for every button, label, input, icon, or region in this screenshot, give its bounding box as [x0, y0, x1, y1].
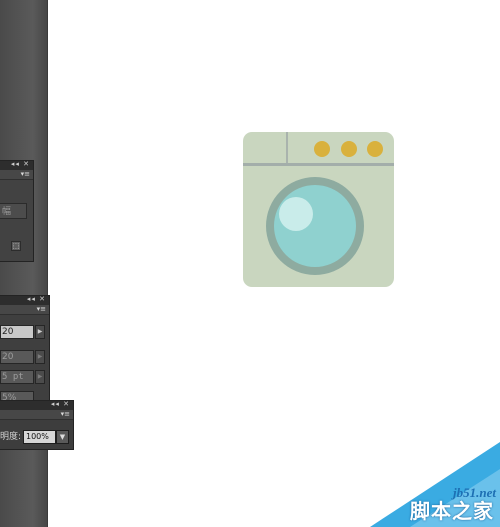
panel-menu-icon[interactable]: ▾≡ [37, 305, 46, 314]
knob-icon [367, 141, 383, 157]
drum-glare [279, 197, 313, 231]
stepper-arrow-icon[interactable]: ▶ [35, 325, 45, 339]
panel-tabbar: ▾≡ [0, 305, 49, 315]
panel-field[interactable]: 幅 [0, 203, 27, 219]
panel-tabbar: ▾≡ [0, 410, 73, 420]
stroke-value-field[interactable]: 5 pt [0, 370, 34, 384]
top-divider-line [243, 163, 394, 166]
transparency-panel: ◂◂ ✕ ▾≡ 明度: 100% ▼ [0, 400, 74, 450]
panel-menu-icon[interactable]: ▾≡ [61, 410, 70, 419]
knob-icon [314, 141, 330, 157]
collapse-close-icons[interactable]: ◂◂ ✕ [51, 400, 70, 409]
panel-tabbar: ▾≡ [0, 170, 33, 180]
corner-button[interactable]: ⬚ [11, 241, 21, 251]
collapse-close-icons[interactable]: ◂◂ ✕ [27, 295, 46, 304]
opacity-input[interactable]: 100% [23, 430, 56, 444]
panel-menu-icon[interactable]: ▾≡ [21, 170, 30, 179]
stroke-value-field[interactable]: 20 [0, 350, 34, 364]
panel-titlebar[interactable]: ◂◂ ✕ [0, 160, 33, 170]
control-panel-divider [286, 132, 288, 163]
stroke-panel: ◂◂ ✕ ▾≡ 20 ▶ 20 ▶ 5 pt ▶ 5% [0, 295, 50, 407]
washing-machine-artwork[interactable] [243, 132, 394, 287]
stroke-row: 5 pt ▶ [0, 370, 46, 384]
stroke-value-field[interactable]: 20 [0, 325, 34, 339]
stepper-arrow-icon[interactable]: ▶ [35, 370, 45, 384]
panel-titlebar[interactable]: ◂◂ ✕ [0, 400, 73, 410]
opacity-label: 明度: [0, 432, 22, 442]
opacity-dropdown-icon[interactable]: ▼ [56, 430, 69, 444]
stroke-row: 20 ▶ [0, 350, 46, 364]
watermark-text: 脚本之家 [410, 499, 494, 523]
stepper-arrow-icon[interactable]: ▶ [35, 350, 45, 364]
align-panel: ◂◂ ✕ ▾≡ 幅 ⬚ [0, 160, 34, 262]
knob-icon [341, 141, 357, 157]
panel-titlebar[interactable]: ◂◂ ✕ [0, 295, 49, 305]
collapse-close-icons[interactable]: ◂◂ ✕ [11, 160, 30, 169]
stroke-row: 20 ▶ [0, 325, 46, 339]
